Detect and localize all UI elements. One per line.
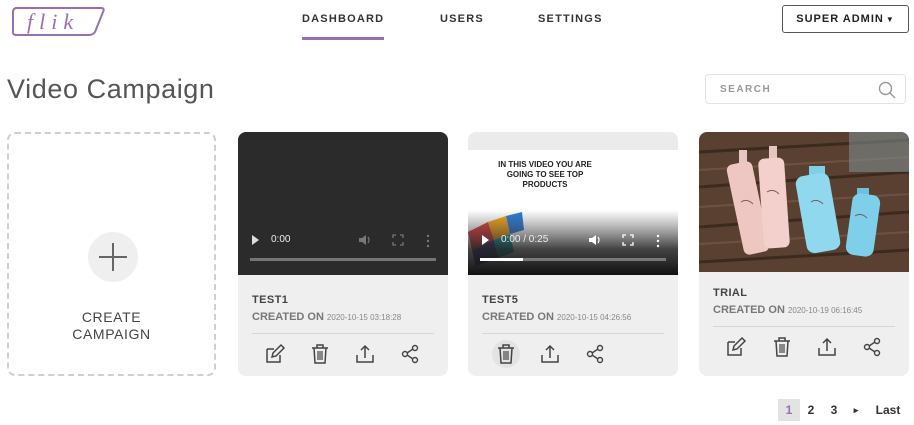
volume-icon[interactable] xyxy=(588,233,602,247)
page-3-button[interactable]: 3 xyxy=(825,399,843,421)
flik-logo[interactable]: flik xyxy=(9,4,107,38)
plus-icon xyxy=(88,232,138,282)
campaign-card-test1[interactable]: 0:00 TEST1 CREATED ON 2020-10-15 03:18:28 xyxy=(238,132,448,376)
campaign-card-trial[interactable]: TRIAL CREATED ON 2020-10-19 06:16:45 xyxy=(699,132,909,376)
fullscreen-icon[interactable] xyxy=(622,234,634,246)
delete-icon[interactable] xyxy=(495,343,517,365)
card-info: TRIAL CREATED ON 2020-10-19 06:16:45 xyxy=(713,287,895,316)
tab-dashboard[interactable]: DASHBOARD xyxy=(302,13,385,40)
video-player[interactable]: IN THIS VIDEO YOU ARE GOING TO SEE TOP P… xyxy=(468,132,678,275)
video-caption: IN THIS VIDEO YOU ARE GOING TO SEE TOP P… xyxy=(498,160,592,189)
caret-down-icon: ▼ xyxy=(885,14,895,24)
play-icon[interactable] xyxy=(482,235,489,245)
delete-icon[interactable] xyxy=(309,343,331,365)
video-time: 0:00 / 0:25 xyxy=(501,234,549,245)
share-icon[interactable] xyxy=(399,343,421,365)
tab-users[interactable]: USERS xyxy=(440,13,484,25)
last-page-button[interactable]: Last xyxy=(872,399,904,421)
campaign-created: CREATED ON 2020-10-19 06:16:45 xyxy=(713,304,863,316)
volume-icon[interactable] xyxy=(358,233,372,247)
edit-icon[interactable] xyxy=(725,336,747,358)
svg-text:flik: flik xyxy=(27,9,79,34)
video-time: 0:00 xyxy=(271,234,291,245)
create-campaign-label: CREATE CAMPAIGN xyxy=(72,309,151,342)
search-box xyxy=(705,74,906,104)
super-admin-dropdown[interactable]: SUPER ADMIN ▼ xyxy=(782,5,909,33)
campaign-created: CREATED ON 2020-10-15 04:26:56 xyxy=(482,311,632,323)
card-actions xyxy=(468,340,678,368)
card-actions xyxy=(238,343,448,367)
video-progress-bar[interactable] xyxy=(480,258,666,261)
fullscreen-icon[interactable] xyxy=(392,234,404,246)
tab-settings[interactable]: SETTINGS xyxy=(538,13,603,25)
admin-label: SUPER ADMIN xyxy=(796,13,884,25)
card-divider xyxy=(482,333,664,334)
progress-fill xyxy=(480,258,523,261)
campaign-name: TEST5 xyxy=(482,294,519,306)
video-player[interactable]: 0:00 xyxy=(238,132,448,275)
page-1-button[interactable]: 1 xyxy=(778,399,800,421)
share-icon[interactable] xyxy=(861,336,883,358)
top-nav: flik DASHBOARD USERS SETTINGS SUPER ADMI… xyxy=(0,0,914,46)
more-vertical-icon[interactable] xyxy=(426,234,430,248)
campaign-card-test5[interactable]: IN THIS VIDEO YOU ARE GOING TO SEE TOP P… xyxy=(468,132,678,376)
edit-icon[interactable] xyxy=(264,343,286,365)
video-controls: 0:00 xyxy=(238,230,448,252)
card-info: TEST1 CREATED ON 2020-10-15 03:18:28 xyxy=(252,294,434,323)
page-title: Video Campaign xyxy=(7,74,215,104)
delete-icon[interactable] xyxy=(771,336,793,358)
page-2-button[interactable]: 2 xyxy=(802,399,820,421)
next-page-icon[interactable]: ▸ xyxy=(849,399,863,421)
video-progress-bar[interactable] xyxy=(250,258,436,261)
upload-icon[interactable] xyxy=(816,336,838,358)
campaign-image[interactable] xyxy=(699,132,909,272)
card-divider xyxy=(713,326,895,327)
card-divider xyxy=(252,333,434,334)
card-info: TEST5 CREATED ON 2020-10-15 04:26:56 xyxy=(482,294,664,323)
campaign-name: TRIAL xyxy=(713,287,748,299)
search-input[interactable] xyxy=(720,83,870,95)
video-controls: 0:00 / 0:25 xyxy=(468,230,678,252)
card-actions xyxy=(699,336,909,360)
create-campaign-card[interactable]: CREATE CAMPAIGN xyxy=(7,132,216,376)
more-vertical-icon[interactable] xyxy=(656,234,660,248)
upload-icon[interactable] xyxy=(539,343,561,365)
play-icon[interactable] xyxy=(252,235,259,245)
share-icon[interactable] xyxy=(584,343,606,365)
search-icon[interactable] xyxy=(877,80,897,100)
campaign-created: CREATED ON 2020-10-15 03:18:28 xyxy=(252,311,402,323)
campaign-name: TEST1 xyxy=(252,294,289,306)
upload-icon[interactable] xyxy=(354,343,376,365)
